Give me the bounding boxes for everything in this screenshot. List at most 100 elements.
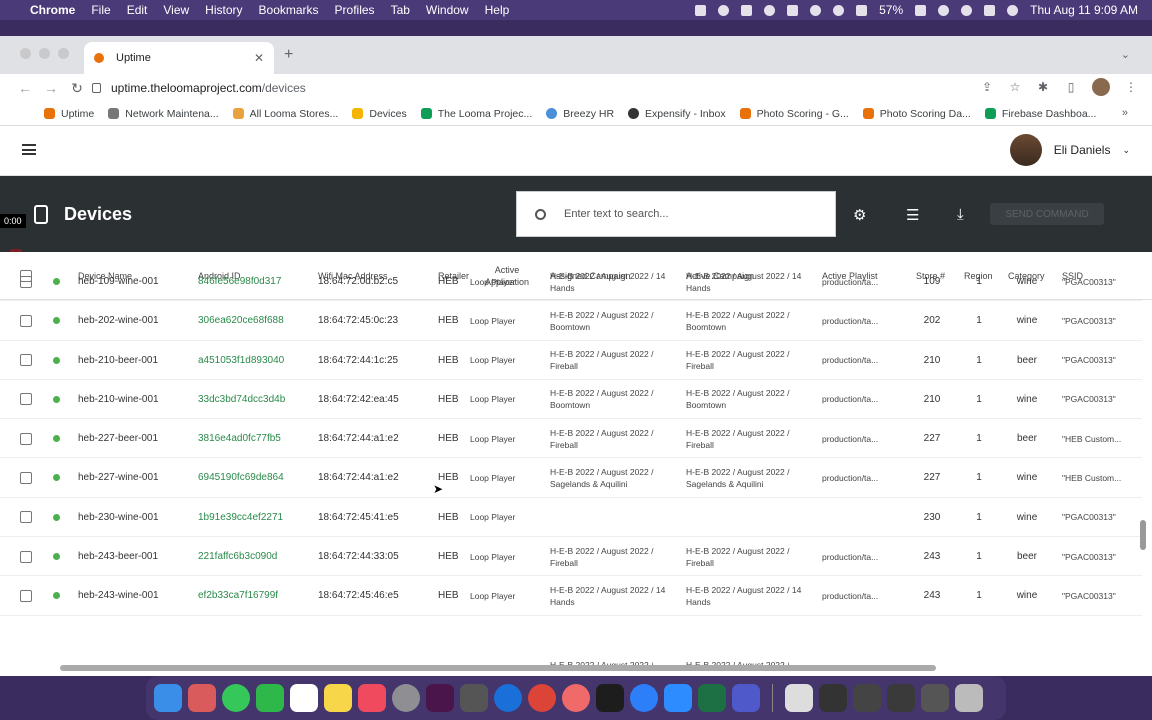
android-id[interactable]: 221faffc6b3c090d <box>198 537 277 576</box>
table-row[interactable]: heb-243-wine-001 ef2b33ca7f16799f 18:64:… <box>0 576 1142 616</box>
bookmark-stores[interactable]: All Looma Stores... <box>232 108 338 120</box>
bookmark-breezy[interactable]: Breezy HR <box>546 108 614 120</box>
menubar-app-name[interactable]: Chrome <box>30 3 75 17</box>
tab-search-icon[interactable]: ⌄ <box>1121 48 1130 61</box>
screen-record-icon[interactable] <box>695 4 707 16</box>
settings-gear-icon[interactable]: ⚙ <box>853 206 866 224</box>
close-tab-icon[interactable]: ✕ <box>254 51 264 65</box>
android-id[interactable]: 306ea620ce68f688 <box>198 301 284 340</box>
spotlight-icon[interactable] <box>961 4 973 16</box>
menu-profiles[interactable]: Profiles <box>335 3 375 17</box>
launchpad-icon[interactable] <box>188 684 216 712</box>
table-row[interactable]: heb-202-wine-001 306ea620ce68f688 18:64:… <box>0 301 1142 341</box>
android-id[interactable]: 33dc3bd74dcc3d4b <box>198 380 285 419</box>
notes-icon[interactable] <box>324 684 352 712</box>
bookmark-uptime[interactable]: Uptime <box>44 108 94 120</box>
trash-icon[interactable] <box>955 684 983 712</box>
user-menu[interactable]: Eli Daniels ⌄ <box>1009 134 1130 166</box>
window-thumbnail-icon[interactable] <box>887 684 915 712</box>
bookmark-expensify[interactable]: Expensify - Inbox <box>628 108 726 120</box>
zoom-window-button[interactable] <box>58 48 69 59</box>
table-row[interactable]: heb-230-wine-001 1b91e39cc4ef2271 18:64:… <box>0 498 1142 538</box>
table-row[interactable]: heb-109-wine-001 846fe56e98f0d317 18:64:… <box>0 262 1142 302</box>
reload-icon[interactable]: ↻ <box>64 80 90 97</box>
address-bar[interactable]: uptime.theloomaproject.com/devices <box>92 77 1032 99</box>
row-checkbox[interactable] <box>20 354 32 367</box>
zoom-icon[interactable] <box>664 684 692 712</box>
row-checkbox[interactable] <box>20 314 32 327</box>
window-thumbnail-icon[interactable] <box>819 684 847 712</box>
minimize-window-button[interactable] <box>39 48 50 59</box>
messages-icon[interactable] <box>222 684 250 712</box>
menu-file[interactable]: File <box>91 3 110 17</box>
menu-view[interactable]: View <box>163 3 189 17</box>
hamburger-menu-icon[interactable] <box>22 144 36 155</box>
document-thumbnail-icon[interactable] <box>785 684 813 712</box>
battery-icon[interactable] <box>915 4 927 16</box>
android-id[interactable]: a451053f1d893040 <box>198 341 284 380</box>
siri-icon[interactable] <box>1007 4 1019 16</box>
android-id[interactable]: 1b91e39cc4ef2271 <box>198 498 283 537</box>
row-checkbox[interactable] <box>20 393 32 406</box>
menu-kebab-icon[interactable]: ⋮ <box>1124 80 1138 94</box>
asana-icon[interactable] <box>562 684 590 712</box>
lock-icon[interactable] <box>92 83 101 93</box>
system-preferences-icon[interactable] <box>392 684 420 712</box>
menu-bookmarks[interactable]: Bookmarks <box>259 3 319 17</box>
send-command-button[interactable]: SEND COMMAND <box>990 203 1104 225</box>
moon-icon[interactable] <box>833 4 845 16</box>
excel-icon[interactable] <box>698 684 726 712</box>
menu-window[interactable]: Window <box>426 3 469 17</box>
new-tab-icon[interactable]: + <box>284 46 293 64</box>
sync-icon[interactable] <box>630 684 658 712</box>
bookmark-devices[interactable]: Devices <box>352 108 407 120</box>
user-avatar[interactable] <box>1009 134 1042 166</box>
table-row[interactable]: heb-227-beer-001 3816e4ad0fc77fb5 18:64:… <box>0 419 1142 459</box>
tab-uptime[interactable]: Uptime ✕ <box>84 42 274 74</box>
sidebar-icon[interactable]: ▯ <box>1064 80 1078 94</box>
table-row[interactable]: heb-227-wine-001 6945190fc69de864 18:64:… <box>0 458 1142 498</box>
filter-icon[interactable]: ☰ <box>906 206 919 224</box>
menu-history[interactable]: History <box>205 3 242 17</box>
teams-icon[interactable] <box>732 684 760 712</box>
battery-percent[interactable]: 57% <box>879 3 903 17</box>
1password-icon[interactable] <box>494 684 522 712</box>
menubar-clock[interactable]: Thu Aug 11 9:09 AM <box>1030 3 1138 17</box>
row-checkbox[interactable] <box>20 432 32 445</box>
bookmark-star-icon[interactable]: ☆ <box>1008 80 1022 94</box>
download-icon[interactable]: ⤓ <box>957 206 964 223</box>
brightness-icon[interactable] <box>718 4 730 16</box>
menu-edit[interactable]: Edit <box>127 3 148 17</box>
vpn-icon[interactable] <box>764 4 776 16</box>
display-icon[interactable] <box>741 4 753 16</box>
activity-monitor-icon[interactable] <box>596 684 624 712</box>
calculator-icon[interactable] <box>460 684 488 712</box>
row-checkbox[interactable] <box>20 550 32 563</box>
row-checkbox[interactable] <box>20 511 32 524</box>
play-icon[interactable] <box>810 4 822 16</box>
window-thumbnail-icon[interactable] <box>921 684 949 712</box>
bookmark-photo-scoring-da[interactable]: Photo Scoring Da... <box>862 108 971 120</box>
facetime-icon[interactable] <box>256 684 284 712</box>
menu-tab[interactable]: Tab <box>391 3 410 17</box>
table-row[interactable]: heb-210-wine-001 33dc3bd74dcc3d4b 18:64:… <box>0 380 1142 420</box>
wifi-icon[interactable] <box>938 4 950 16</box>
row-checkbox[interactable] <box>20 589 32 602</box>
bookmark-looma-project[interactable]: The Looma Projec... <box>420 108 532 120</box>
search-input[interactable]: Enter text to search... <box>516 191 836 237</box>
back-icon[interactable]: ← <box>12 80 38 96</box>
bookmarks-overflow-icon[interactable]: » <box>1122 107 1128 119</box>
slack-icon[interactable] <box>426 684 454 712</box>
vertical-scrollbar[interactable] <box>1140 520 1146 550</box>
music-icon[interactable] <box>358 684 386 712</box>
extensions-icon[interactable]: ✱ <box>1036 80 1050 94</box>
android-id[interactable]: 3816e4ad0fc77fb5 <box>198 419 281 458</box>
chrome-icon[interactable] <box>528 684 556 712</box>
bookmark-network[interactable]: Network Maintena... <box>108 108 219 120</box>
control-center-icon[interactable] <box>984 4 996 16</box>
bookmark-firebase[interactable]: Firebase Dashboa... <box>984 108 1096 120</box>
share-icon[interactable]: ⇪ <box>980 80 994 94</box>
android-id[interactable]: ef2b33ca7f16799f <box>198 576 278 615</box>
table-row[interactable]: heb-243-beer-001 221faffc6b3c090d 18:64:… <box>0 537 1142 577</box>
bookmark-photo-scoring-g[interactable]: Photo Scoring - G... <box>739 108 849 120</box>
